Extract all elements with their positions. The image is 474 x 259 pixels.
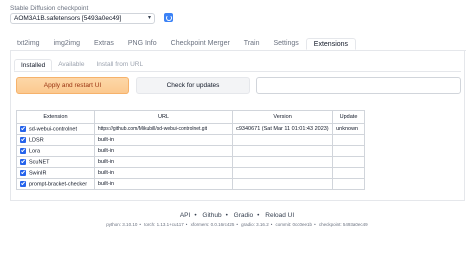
enable-checkbox[interactable] — [20, 136, 26, 143]
checkpoint-select[interactable]: AOM3A1B.safetensors [5493a0ec49] ▾ — [10, 13, 155, 24]
footer-link-api[interactable]: API — [180, 212, 190, 219]
checkpoint-value: AOM3A1B.safetensors [5493a0ec49] — [14, 15, 122, 22]
tab-img2img[interactable]: img2img — [47, 38, 87, 50]
extension-version — [232, 134, 334, 146]
extension-name: Lora — [29, 148, 41, 155]
extension-url: built-in — [93, 134, 234, 146]
subtab-install-from-url[interactable]: Install from URL — [90, 59, 149, 71]
enable-checkbox[interactable] — [20, 158, 26, 165]
gradio-version: gradio: 3.16.2 — [241, 222, 269, 227]
header-extension: Extension — [16, 110, 95, 124]
extensions-table: Extension URL Version Update sd-webui-co… — [16, 110, 365, 190]
python-version: python: 3.10.10 — [106, 222, 138, 227]
footer-links: API • Github • Gradio • Reload UI — [0, 212, 474, 219]
footer-link-gradio[interactable]: Gradio — [234, 212, 254, 219]
checkpoint-hash: checkpoint: 5493a0ec49 — [318, 222, 368, 227]
table-row: prompt-bracket-checker built-in — [16, 178, 365, 190]
enable-checkbox[interactable] — [20, 180, 26, 187]
main-tabs: txt2img img2img Extras PNG Info Checkpoi… — [10, 38, 357, 50]
apply-restart-button[interactable]: Apply and restart UI — [16, 77, 129, 94]
extension-update — [332, 134, 365, 146]
refresh-icon[interactable] — [164, 13, 173, 22]
extension-update — [332, 178, 365, 190]
tab-train[interactable]: Train — [237, 38, 267, 50]
extension-url: built-in — [93, 156, 234, 168]
header-url: URL — [93, 110, 234, 124]
footer-separator: • — [194, 212, 197, 219]
table-row: Lora built-in — [16, 145, 365, 157]
footer-separator: • — [257, 212, 260, 219]
tab-checkpoint-merger[interactable]: Checkpoint Merger — [164, 38, 237, 50]
xformers-version: xformers: 0.0.16rc425 — [190, 222, 235, 227]
extension-version — [232, 156, 334, 168]
extension-update — [332, 156, 365, 168]
enable-checkbox[interactable] — [20, 125, 26, 132]
table-row: sd-webui-controlnet https://github.com/M… — [16, 123, 365, 135]
extension-update: unknown — [332, 123, 365, 135]
extension-url: built-in — [93, 167, 234, 179]
subtab-installed[interactable]: Installed — [14, 59, 53, 71]
header-version: Version — [232, 110, 334, 124]
chevron-down-icon: ▾ — [147, 15, 151, 21]
table-row: SwinIR built-in — [16, 167, 365, 179]
update-status-box — [256, 77, 461, 94]
footer-separator: • — [225, 212, 228, 219]
enable-checkbox[interactable] — [20, 169, 26, 176]
extension-name: LDSR — [29, 137, 44, 144]
extension-subtabs: Installed Available Install from URL — [14, 59, 149, 71]
footer-link-github[interactable]: Github — [202, 212, 221, 219]
footer-link-reload-ui[interactable]: Reload UI — [265, 212, 294, 219]
tab-settings[interactable]: Settings — [267, 38, 306, 50]
checkpoint-label: Stable Diffusion checkpoint — [10, 5, 89, 12]
enable-checkbox[interactable] — [20, 147, 26, 154]
tab-txt2img[interactable]: txt2img — [10, 38, 47, 50]
subtabs-divider — [14, 71, 461, 72]
table-header-row: Extension URL Version Update — [16, 110, 365, 124]
extension-update — [332, 145, 365, 157]
extension-version — [232, 145, 334, 157]
table-row: ScuNET built-in — [16, 156, 365, 168]
footer-version-info: python: 3.10.10 • torch: 1.13.1+cu117 • xf… — [106, 222, 368, 227]
extension-version: c9340671 (Sat Mar 11 01:01:43 2023) — [232, 123, 334, 135]
extension-name: SwinIR — [29, 170, 47, 177]
torch-version: torch: 1.13.1+cu117 — [144, 222, 184, 227]
table-row: LDSR built-in — [16, 134, 365, 146]
extension-url[interactable]: https://github.com/Mikubill/sd-webui-con… — [93, 123, 234, 135]
extension-url: built-in — [93, 178, 234, 190]
tab-extras[interactable]: Extras — [87, 38, 121, 50]
extension-name: ScuNET — [29, 159, 50, 166]
extension-version — [232, 167, 334, 179]
extension-version — [232, 178, 334, 190]
commit-hash: commit: 0cc0ee1b — [275, 222, 313, 227]
extension-name: prompt-bracket-checker — [29, 181, 88, 188]
check-updates-button[interactable]: Check for updates — [136, 77, 250, 94]
header-update: Update — [332, 110, 365, 124]
extension-name: sd-webui-controlnet — [29, 126, 77, 133]
subtab-available[interactable]: Available — [52, 59, 90, 71]
tab-png-info[interactable]: PNG Info — [121, 38, 164, 50]
extension-url: built-in — [93, 145, 234, 157]
tab-extensions[interactable]: Extensions — [305, 38, 357, 50]
extension-update — [332, 167, 365, 179]
